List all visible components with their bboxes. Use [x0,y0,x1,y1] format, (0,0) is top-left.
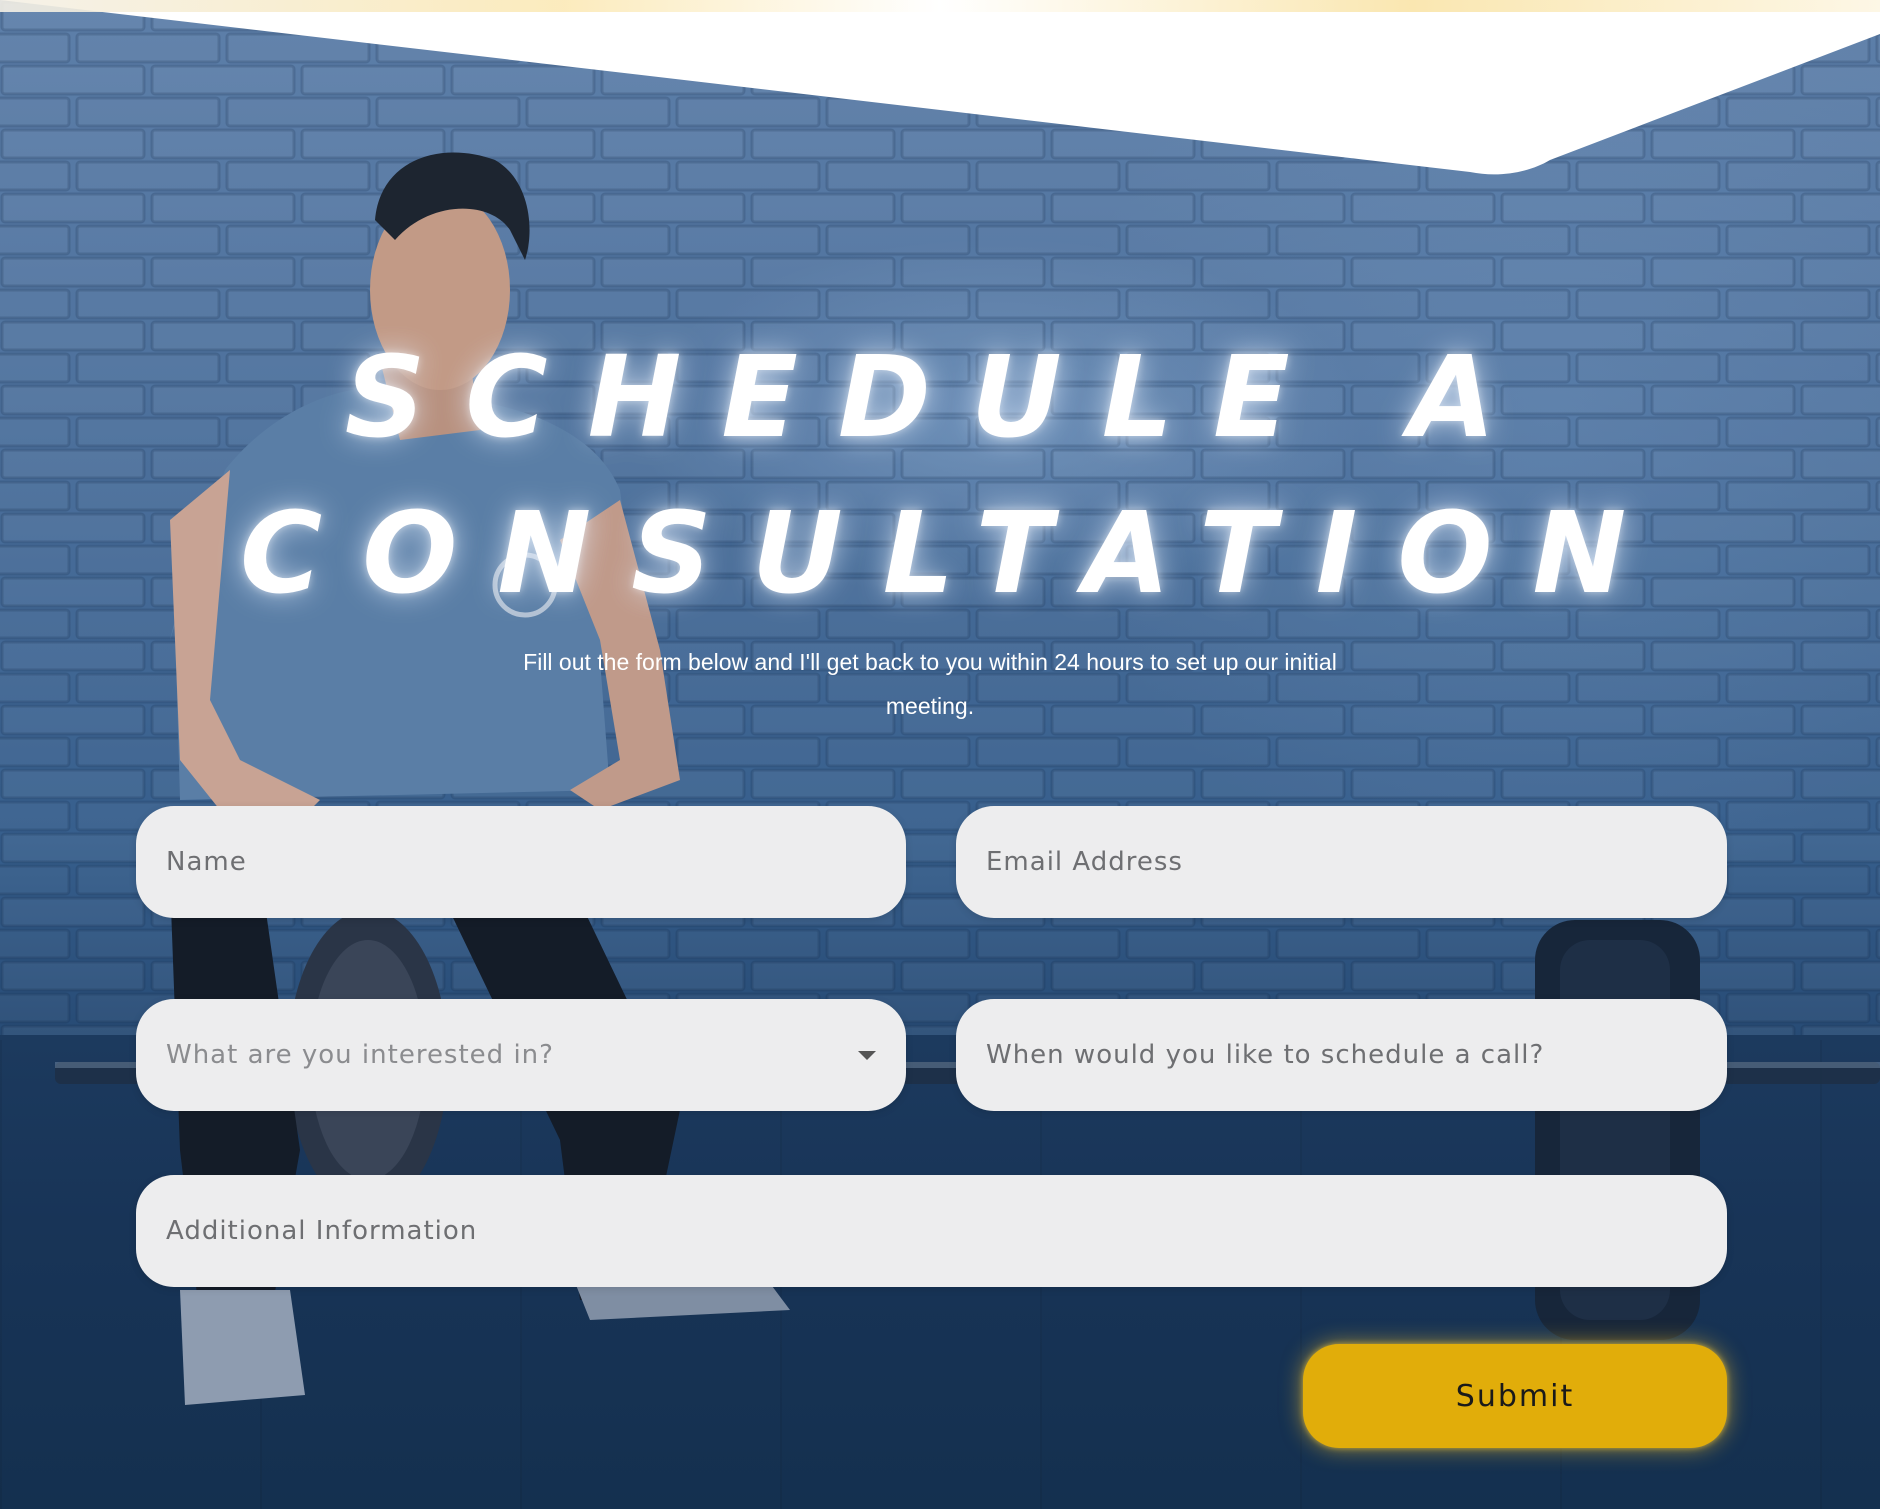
schedule-input[interactable] [986,1040,1697,1070]
page-title: SCHEDULE A CONSULTATION [240,320,1640,632]
top-accent-strip [0,0,1880,12]
additional-info-field[interactable] [136,1175,1727,1287]
email-field[interactable] [956,806,1727,918]
top-white-wave [0,0,1880,175]
interest-select-value: What are you interested in? [166,1040,554,1070]
caret-down-icon[interactable] [858,1050,876,1060]
name-field[interactable] [136,806,906,918]
additional-info-input[interactable] [166,1216,1697,1246]
page-subtitle: Fill out the form below and I'll get bac… [523,649,1337,719]
name-input[interactable] [166,847,876,877]
page-title-line-2: CONSULTATION [240,489,1667,619]
interest-select[interactable]: What are you interested in? [136,999,906,1111]
hero-section: SCHEDULE A CONSULTATION Fill out the for… [0,0,1880,1509]
submit-button[interactable]: Submit [1303,1344,1727,1448]
email-input[interactable] [986,847,1697,877]
schedule-field[interactable] [956,999,1727,1111]
page-title-line-1: SCHEDULE A [344,333,1536,463]
